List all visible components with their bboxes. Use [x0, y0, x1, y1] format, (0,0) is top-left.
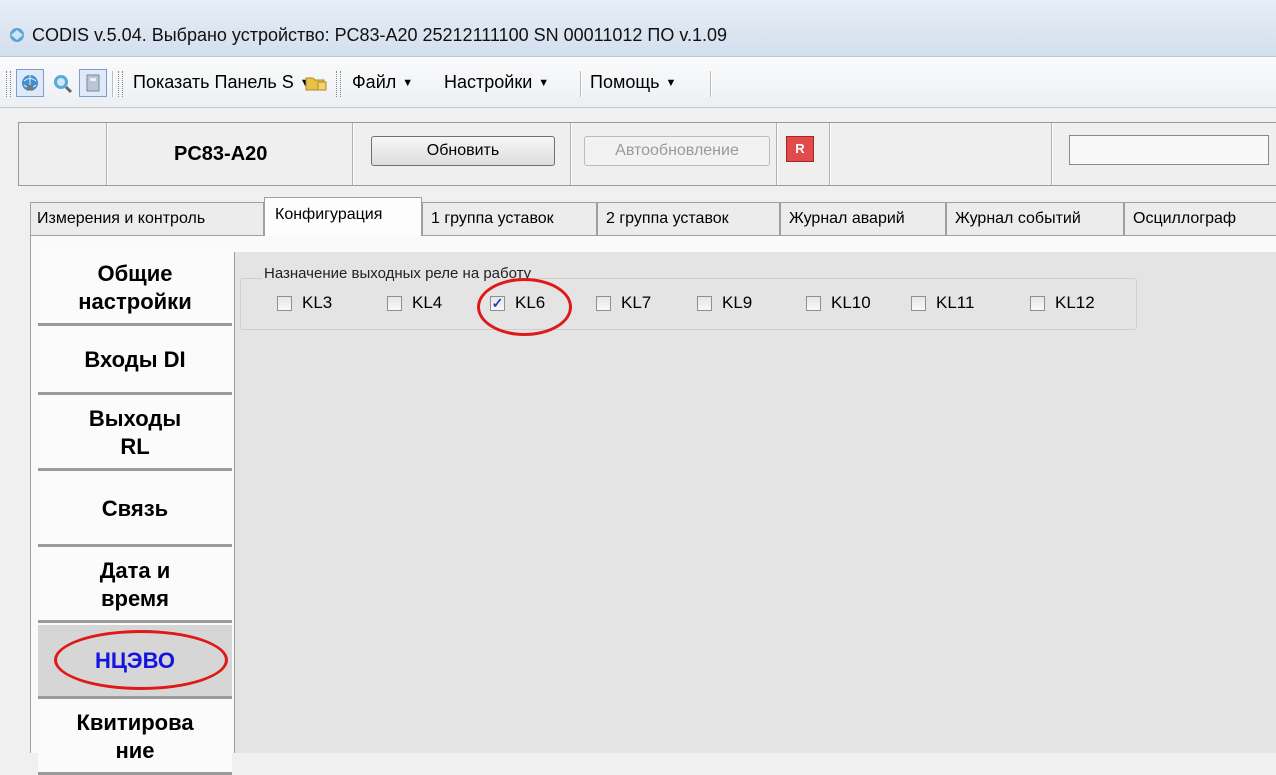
relay-checkbox-kl12[interactable]: KL12 — [1030, 293, 1095, 313]
toolbar-grip[interactable] — [118, 71, 123, 97]
window-titlebar: CODIS v.5.04. Выбрано устройство: РС83-А… — [0, 0, 1276, 57]
relay-checkbox-kl6[interactable]: ✓ KL6 — [490, 293, 545, 313]
relay-checkbox-kl3[interactable]: KL3 — [277, 293, 332, 313]
relay-checkbox-kl10[interactable]: KL10 — [806, 293, 871, 313]
relay-groupbox — [240, 278, 1137, 330]
app-icon — [10, 28, 24, 42]
panel-divider — [829, 123, 831, 185]
relay-label: KL4 — [412, 293, 443, 312]
connection-indicator-icon[interactable]: R — [786, 136, 814, 162]
relay-checkbox-kl9[interactable]: KL9 — [697, 293, 752, 313]
relay-label: KL12 — [1055, 293, 1095, 312]
sidebar-item-ncevo[interactable]: НЦЭВО — [38, 625, 232, 699]
relay-label: KL7 — [621, 293, 652, 312]
checkbox-box[interactable] — [596, 295, 611, 311]
device-panel: PC83-A20 Обновить Автообновление R — [18, 122, 1276, 186]
sidebar-item-inputs[interactable]: Входы DI — [38, 328, 232, 395]
sidebar-item-communication[interactable]: Связь — [38, 473, 232, 547]
tab-event-log[interactable]: Журнал событий — [946, 202, 1124, 235]
sidebar-item-general[interactable]: Общие настройки — [38, 252, 232, 326]
menu-file-label: Файл — [352, 72, 397, 92]
tab-alarm-log[interactable]: Журнал аварий — [780, 202, 946, 235]
chevron-down-icon: ▼ — [402, 77, 414, 90]
panel-divider — [776, 123, 778, 185]
toolbar-separator — [580, 71, 582, 97]
toolbar-separator — [710, 71, 712, 97]
checkbox-box[interactable] — [387, 295, 402, 311]
checkbox-box[interactable] — [1030, 295, 1045, 311]
relay-label: KL10 — [831, 293, 871, 312]
status-field — [1069, 135, 1269, 165]
relay-group-legend: Назначение выходных реле на работу — [262, 265, 534, 282]
autorefresh-button[interactable]: Автообновление — [584, 136, 770, 166]
sidebar-item-datetime[interactable]: Дата и время — [38, 549, 232, 623]
tab-settings-group-1[interactable]: 1 группа уставок — [422, 202, 597, 235]
show-panel-label: Показать Панель S — [133, 72, 294, 92]
toolbar-separator — [112, 71, 114, 97]
search-globe-icon[interactable] — [48, 69, 76, 97]
relay-checkbox-kl7[interactable]: KL7 — [596, 293, 651, 313]
tab-configuration[interactable]: Конфигурация — [264, 197, 422, 236]
network-globe-icon[interactable] — [16, 69, 44, 97]
tab-oscillograph[interactable]: Осциллограф — [1124, 202, 1276, 235]
relay-label: KL9 — [722, 293, 753, 312]
chevron-down-icon: ▼ — [538, 77, 550, 90]
relay-label: KL3 — [302, 293, 333, 312]
sidebar-item-outputs[interactable]: Выходы RL — [38, 397, 232, 471]
menu-help[interactable]: Помощь ▼ — [590, 72, 676, 93]
panel-divider — [106, 123, 108, 185]
main-toolbar: Показать Панель S ▼ Файл ▼ Настройки ▼ Помо… — [0, 57, 1276, 108]
device-icon[interactable] — [79, 69, 107, 97]
tab-settings-group-2[interactable]: 2 группа уставок — [597, 202, 780, 235]
chevron-down-icon: ▼ — [665, 77, 677, 90]
checkbox-box[interactable] — [697, 295, 712, 311]
show-panel-dropdown[interactable]: Показать Панель S ▼ — [133, 72, 311, 93]
toolbar-grip[interactable] — [6, 71, 11, 97]
panel-divider — [352, 123, 354, 185]
device-name: PC83-A20 — [174, 143, 268, 165]
relay-checkbox-kl4[interactable]: KL4 — [387, 293, 442, 313]
panel-divider — [1051, 123, 1053, 185]
checkbox-box[interactable] — [806, 295, 821, 311]
menu-settings-label: Настройки — [444, 72, 533, 92]
sidebar-item-acknowledgement[interactable]: Квитирова ние — [38, 701, 232, 775]
checkbox-box[interactable] — [911, 295, 926, 311]
checkmark-icon[interactable]: ✓ — [490, 295, 505, 311]
tab-strip: Измерения и контроль Конфигурация 1 груп… — [30, 197, 1276, 236]
menu-settings[interactable]: Настройки ▼ — [444, 72, 549, 93]
relay-label: KL6 — [515, 293, 546, 312]
menu-help-label: Помощь — [590, 72, 660, 92]
open-folder-icon[interactable] — [302, 69, 330, 97]
tab-measurements[interactable]: Измерения и контроль — [30, 202, 264, 235]
panel-divider — [570, 123, 572, 185]
checkbox-box[interactable] — [277, 295, 292, 311]
menu-file[interactable]: Файл ▼ — [352, 72, 413, 93]
relay-label: KL11 — [936, 293, 975, 312]
toolbar-grip[interactable] — [336, 71, 341, 97]
window-title: CODIS v.5.04. Выбрано устройство: РС83-А… — [32, 25, 728, 45]
refresh-button[interactable]: Обновить — [371, 136, 555, 166]
relay-checkbox-kl11[interactable]: KL11 — [911, 293, 974, 313]
config-sidebar: Общие настройки Входы DI Выходы RL Связь… — [38, 252, 232, 775]
